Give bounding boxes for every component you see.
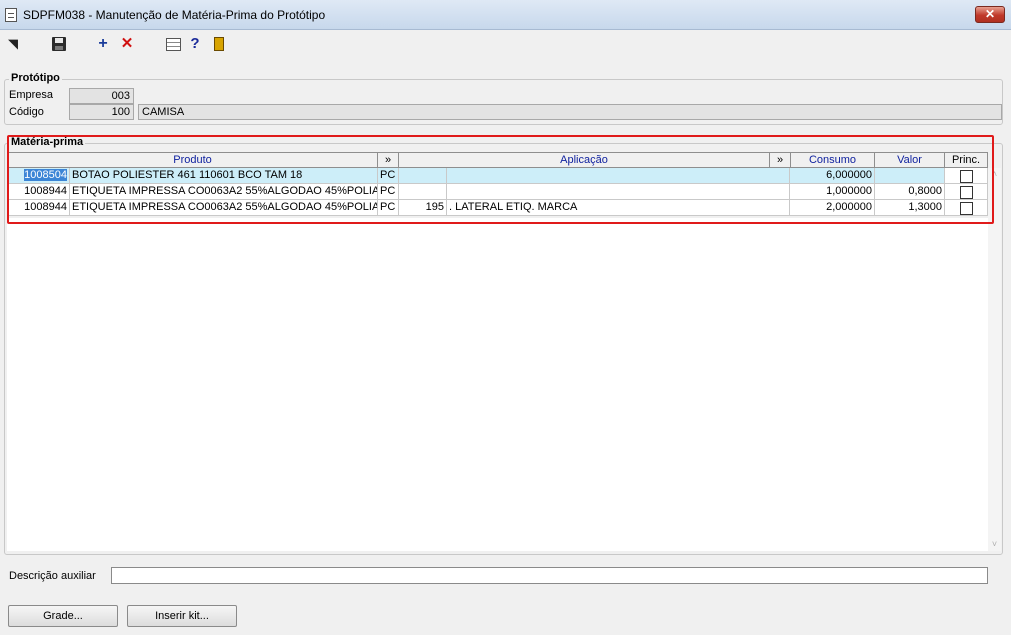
consumo-cell[interactable]: 1,000000 — [790, 184, 875, 200]
codigo-label: Código — [9, 106, 44, 118]
grid-empty-area — [7, 218, 988, 551]
empresa-field: 003 — [69, 88, 134, 104]
col-consumo-header[interactable]: Consumo — [790, 152, 875, 168]
valor-cell[interactable]: 1,3000 — [875, 200, 945, 216]
grade-button[interactable]: Grade... — [8, 605, 118, 627]
princ-cell — [945, 184, 988, 200]
aplicacao-descricao-cell[interactable] — [447, 168, 790, 184]
window-title: SDPFM038 - Manutenção de Matéria-Prima d… — [23, 8, 326, 22]
col-aplicacao-header[interactable]: Aplicação — [398, 152, 770, 168]
title-bar: SDPFM038 - Manutenção de Matéria-Prima d… — [0, 0, 1011, 30]
help-icon[interactable]: ? — [186, 35, 204, 53]
save-disk-icon[interactable] — [50, 35, 68, 53]
codigo-field: 100 — [69, 104, 134, 120]
expand-aplicacao-button[interactable]: » — [769, 152, 791, 168]
produto-codigo-cell[interactable]: 1008944 — [7, 184, 70, 200]
table-row[interactable]: 1008504 BOTAO POLIESTER 461 110601 BCO T… — [7, 168, 988, 184]
grid-icon[interactable] — [164, 35, 182, 53]
close-x-icon[interactable]: ✕ — [118, 35, 136, 53]
princ-checkbox[interactable] — [960, 202, 973, 215]
aplicacao-codigo-cell[interactable] — [399, 168, 447, 184]
prototipo-legend: Protótipo — [9, 72, 62, 84]
col-produto-header[interactable]: Produto — [7, 152, 378, 168]
empresa-label: Empresa — [9, 89, 54, 101]
consumo-cell[interactable]: 6,000000 — [790, 168, 875, 184]
consumo-cell[interactable]: 2,000000 — [790, 200, 875, 216]
produto-codigo-cell[interactable]: 1008504 — [24, 169, 67, 181]
exit-door-icon[interactable] — [210, 35, 228, 53]
princ-cell — [945, 168, 988, 184]
valor-cell[interactable]: 0,8000 — [875, 184, 945, 200]
princ-checkbox[interactable] — [960, 186, 973, 199]
plus-icon[interactable]: + — [94, 35, 112, 53]
table-row[interactable]: 1008944 ETIQUETA IMPRESSA CO0063A2 55%AL… — [7, 184, 988, 200]
aplicacao-codigo-cell[interactable]: 195 — [399, 200, 447, 216]
produto-descricao-cell[interactable]: ETIQUETA IMPRESSA CO0063A2 55%ALGODAO 45… — [70, 200, 378, 216]
col-valor-header[interactable]: Valor — [874, 152, 945, 168]
scroll-down-icon[interactable]: ˅ — [988, 538, 1001, 551]
select-arrow-icon[interactable]: ◥ — [4, 35, 22, 53]
inserir-kit-button[interactable]: Inserir kit... — [127, 605, 237, 627]
aplicacao-descricao-cell[interactable] — [447, 184, 790, 200]
unidade-cell[interactable]: PC — [378, 168, 399, 184]
expand-produto-button[interactable]: » — [377, 152, 399, 168]
princ-checkbox[interactable] — [960, 170, 973, 183]
grid-header: Produto » Aplicação » Consumo Valor Prin… — [7, 152, 988, 168]
scroll-up-icon[interactable]: ˄ — [988, 168, 1001, 181]
valor-cell[interactable] — [875, 168, 945, 184]
produto-codigo-cell[interactable]: 1008944 — [7, 200, 70, 216]
aplicacao-descricao-cell[interactable]: . LATERAL ETIQ. MARCA — [447, 200, 790, 216]
descricao-auxiliar-label: Descrição auxiliar — [9, 570, 96, 582]
document-icon — [5, 8, 17, 22]
prototipo-descricao-field: CAMISA — [138, 104, 1002, 120]
produto-descricao-cell[interactable]: ETIQUETA IMPRESSA CO0063A2 55%ALGODAO 45… — [70, 184, 378, 200]
aplicacao-codigo-cell[interactable] — [399, 184, 447, 200]
unidade-cell[interactable]: PC — [378, 200, 399, 216]
unidade-cell[interactable]: PC — [378, 184, 399, 200]
materia-prima-legend: Matéria-prima — [9, 136, 86, 148]
toolbar: ◥ + ✕ ? — [0, 30, 1011, 58]
materia-prima-grid: Produto » Aplicação » Consumo Valor Prin… — [7, 152, 988, 216]
table-row[interactable]: 1008944 ETIQUETA IMPRESSA CO0063A2 55%AL… — [7, 200, 988, 216]
col-princ-header[interactable]: Princ. — [944, 152, 988, 168]
descricao-auxiliar-input[interactable] — [111, 567, 988, 584]
princ-cell — [945, 200, 988, 216]
close-window-button[interactable]: ✕ — [975, 6, 1005, 23]
grid-vertical-scrollbar[interactable]: ˄ ˅ — [988, 168, 1001, 551]
produto-descricao-cell[interactable]: BOTAO POLIESTER 461 110601 BCO TAM 18 — [70, 168, 378, 184]
